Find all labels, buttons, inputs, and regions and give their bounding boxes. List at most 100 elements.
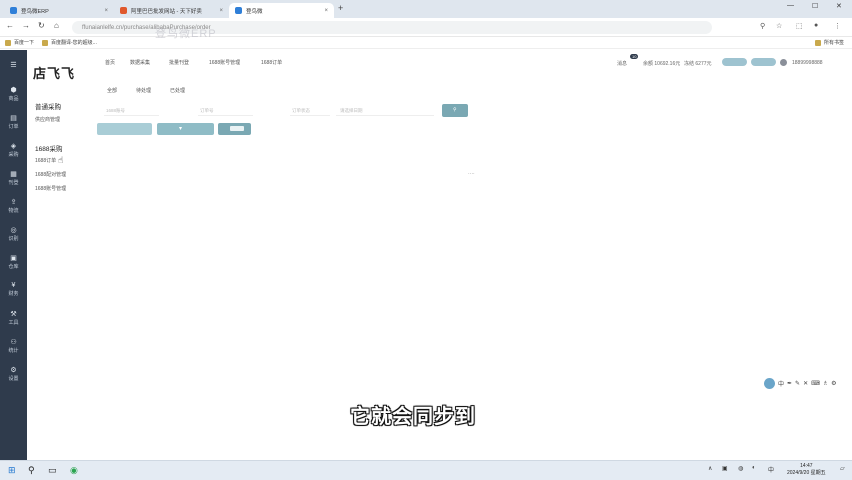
address-bar: ← → ↻ ⌂ ffunaianlelfe.cn/purchase/alibab… (0, 18, 852, 37)
notification-icon[interactable]: ▱ (840, 465, 845, 472)
close-window-icon[interactable]: ✕ (836, 2, 842, 10)
tools-icon: ⚒ (10, 311, 17, 318)
batch-action-button[interactable]: ▾ (157, 123, 214, 135)
top-nav-publish[interactable]: 批量刊登 (169, 59, 189, 66)
volume-icon[interactable]: ◐ (752, 465, 756, 471)
menu-icon[interactable]: ⋮ (834, 22, 841, 30)
browser-app-icon[interactable]: ◉ (70, 465, 78, 476)
nav-item-recognize[interactable]: ◎ 识别 (0, 226, 27, 242)
app-tray-icon[interactable]: ▣ (722, 465, 728, 472)
search-button[interactable]: ⚲ (442, 104, 468, 117)
floating-toolbar: 中 ✒ ✎ ✕ ⌨ ♗ ⚙ (764, 377, 837, 389)
minimize-icon[interactable]: — (787, 2, 794, 9)
purchase-icon: ◈ (10, 143, 17, 150)
ime-icon[interactable]: 中 (768, 465, 774, 474)
menu-toggle-icon[interactable]: ☰ (0, 61, 27, 70)
export-button[interactable] (218, 123, 251, 135)
ime-chinese-icon[interactable]: 中 (778, 379, 784, 388)
nav-item-stats[interactable]: ⚇ 统计 (0, 338, 27, 354)
close-icon[interactable]: × (219, 8, 223, 14)
avatar[interactable] (780, 59, 787, 66)
network-icon[interactable]: ◍ (738, 465, 743, 472)
gear-icon[interactable]: ⚙ (831, 380, 836, 387)
keyboard-icon[interactable]: ⌨ (811, 380, 820, 387)
profile-icon[interactable]: ● (814, 22, 818, 29)
withdraw-button[interactable] (751, 58, 776, 66)
filter-date-placeholder: 请选择日期 (340, 108, 363, 113)
tab-processed[interactable]: 已处理 (170, 87, 185, 94)
extension-icon[interactable]: ⬚ (796, 22, 803, 30)
nav-label: 仓库 (8, 264, 19, 270)
nav-item-settings[interactable]: ⚙ 设置 (0, 366, 27, 382)
maximize-icon[interactable]: ☐ (812, 2, 818, 10)
tab-all[interactable]: 全部 (107, 87, 117, 94)
sidebar-item-1688-account[interactable]: 1688账号管理 (35, 185, 66, 192)
taskbar-clock[interactable]: 14:47 2024/9/20 星期五 (787, 463, 826, 477)
nav-label: 工具 (8, 320, 19, 326)
back-icon[interactable]: ← (6, 21, 14, 30)
nav-item-tools[interactable]: ⚒ 工具 (0, 310, 27, 326)
clock-time: 14:47 (800, 463, 813, 469)
top-nav-home[interactable]: 首页 (105, 59, 115, 66)
clock-date: 2024/9/20 星期五 (787, 470, 826, 476)
warehouse-icon: ▣ (10, 255, 17, 262)
top-nav-1688-account[interactable]: 1688账号管理 (209, 59, 240, 66)
sidebar-item-1688-pairing[interactable]: 1688配对管理 (35, 171, 66, 178)
task-view-icon[interactable]: ▭ (48, 465, 57, 476)
nav-item-orders[interactable]: ▤ 订单 (0, 114, 27, 130)
section-title-1688-purchase: 1688采购 (35, 146, 63, 153)
pen-icon[interactable]: ✒ (787, 380, 792, 387)
browser-tab-active[interactable]: 登鸟微 × (229, 3, 334, 18)
mouse-cursor-icon: ☝ (58, 155, 64, 165)
browser-tab-bar: 登鸟微ERP × 阿里巴巴批发网站 - 天下好卖 × 登鸟微 × + — ☐ ✕ (0, 0, 852, 18)
bookmark-item[interactable]: 百度一下 (5, 39, 34, 46)
close-icon[interactable]: × (104, 8, 108, 14)
goods-icon: ⬢ (10, 87, 17, 94)
watermark: 登鸟微ERP (155, 28, 217, 40)
export-label-bar (230, 126, 244, 131)
shirt-icon[interactable]: ♗ (823, 380, 828, 387)
message-icon[interactable]: 消息 (617, 60, 627, 67)
chevron-up-icon[interactable]: ∧ (708, 465, 712, 472)
search-icon[interactable]: ⚲ (28, 465, 35, 476)
user-name[interactable]: 18899998888 (792, 60, 823, 66)
top-nav-1688-order[interactable]: 1688订单 (261, 59, 282, 66)
reload-icon[interactable]: ↻ (38, 21, 45, 30)
recharge-button[interactable] (722, 58, 747, 66)
nav-item-goods[interactable]: ⬢ 商品 (0, 86, 27, 102)
translate-icon[interactable]: ⚲ (760, 22, 765, 30)
filter-order-placeholder: 订单号 (200, 108, 214, 113)
filter-account-placeholder: 1688账号 (106, 108, 126, 113)
star-icon[interactable]: ☆ (776, 22, 782, 30)
browser-tab[interactable]: 阿里巴巴批发网站 - 天下好卖 × (114, 3, 229, 18)
filter-status-placeholder: 订单状态 (292, 108, 310, 113)
home-icon[interactable]: ⌂ (54, 21, 59, 30)
nav-label: 统计 (8, 348, 19, 354)
tab-pending[interactable]: 待处理 (136, 87, 151, 94)
nav-item-purchase[interactable]: ◈ 采购 (0, 142, 27, 158)
top-nav-collect[interactable]: 数据采集 (130, 59, 150, 66)
tab-title: 阿里巴巴批发网站 - 天下好卖 (131, 8, 202, 15)
close-icon[interactable]: × (324, 8, 328, 14)
edit-icon[interactable]: ✎ (795, 380, 800, 387)
cross-icon[interactable]: ✕ (803, 380, 808, 387)
assistant-icon[interactable] (764, 377, 775, 389)
nav-item-warehouse[interactable]: ▣ 仓库 (0, 254, 27, 270)
sync-orders-button[interactable] (97, 123, 152, 135)
dropdown-icon: ▾ (179, 126, 183, 132)
forward-icon[interactable]: → (22, 21, 30, 30)
bookmark-icon (5, 39, 11, 46)
bookmark-item[interactable]: 百度翻译-您的超级... (42, 39, 97, 46)
all-bookmarks[interactable]: 所有书签 (815, 39, 844, 46)
nav-item-finance[interactable]: ¥ 财务 (0, 282, 27, 297)
balance-text: 余额 10692.16元 (643, 61, 681, 67)
browser-tab[interactable]: 登鸟微ERP × (4, 3, 114, 18)
sidebar-item-supplier[interactable]: 供应商管理 (35, 116, 60, 123)
new-tab-button[interactable]: + (338, 3, 343, 13)
tab-title: 登鸟微 (246, 8, 263, 15)
sidebar-item-1688-order[interactable]: 1688订单 (35, 157, 56, 164)
nav-item-logistics[interactable]: ⇪ 物流 (0, 198, 27, 214)
start-icon[interactable]: ⊞ (8, 465, 16, 476)
nav-label: 设置 (8, 376, 19, 382)
nav-item-listing[interactable]: ▦ 刊登 (0, 170, 27, 186)
